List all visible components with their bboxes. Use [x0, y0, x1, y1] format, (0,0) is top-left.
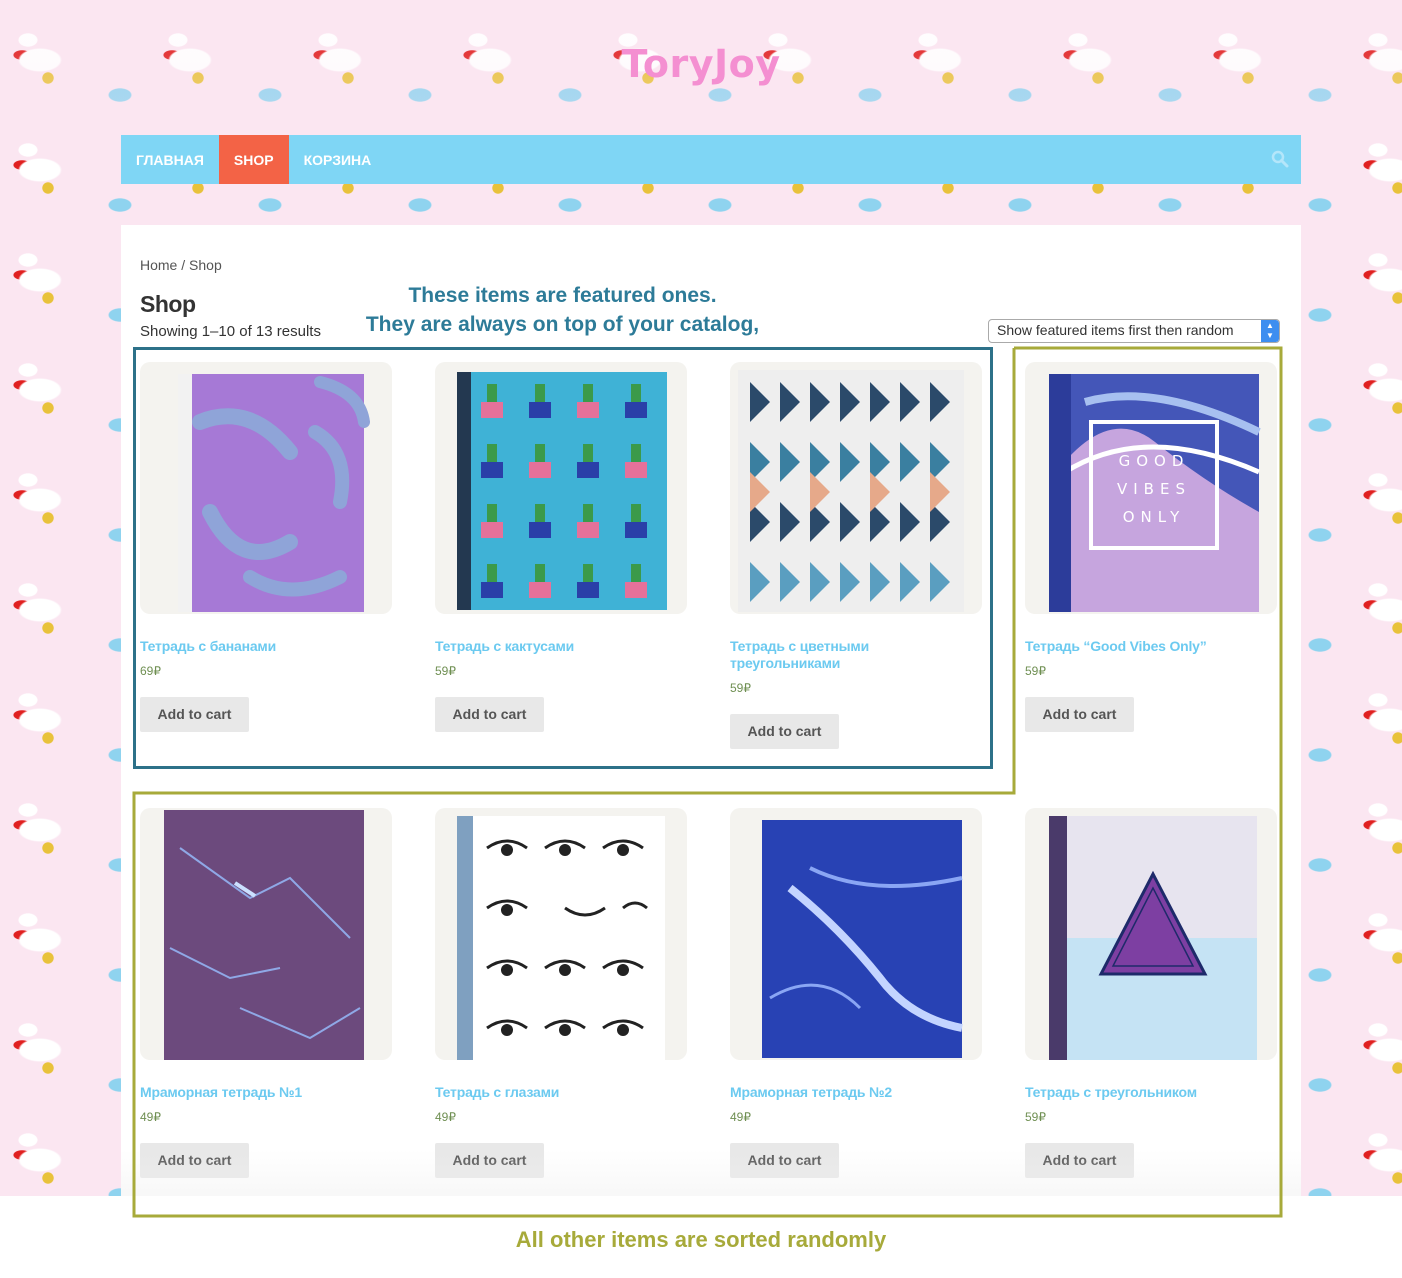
featured-annotation-line1: These items are featured ones. [408, 284, 717, 307]
featured-annotation-line2: They are always on top of your catalog, [365, 313, 760, 336]
random-annotation-outline [132, 346, 1283, 1218]
featured-annotation-text: These items are featured ones. They are … [320, 281, 805, 339]
random-annotation-text: All other items are sorted randomly [515, 1227, 887, 1252]
